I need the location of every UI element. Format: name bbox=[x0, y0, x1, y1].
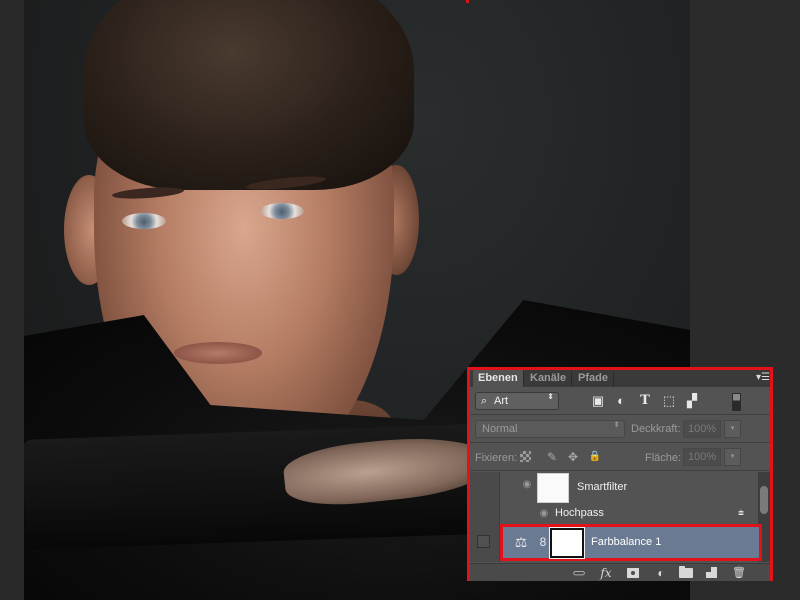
type-filter-icon[interactable]: T bbox=[637, 393, 653, 409]
select-arrows-icon: ⬍ bbox=[547, 392, 554, 401]
mask-glyph bbox=[627, 568, 639, 578]
visibility-checkbox[interactable] bbox=[477, 535, 490, 548]
lock-position-icon[interactable]: ✥ bbox=[566, 450, 580, 464]
opacity-dropdown-button[interactable]: ▾ bbox=[724, 420, 741, 438]
blend-mode-select[interactable]: Normal ⬍ bbox=[475, 420, 625, 438]
shape-filter-icon[interactable]: ⬚ bbox=[661, 393, 677, 409]
tab-ebenen[interactable]: Ebenen bbox=[473, 370, 523, 387]
photo-hair bbox=[84, 0, 414, 190]
lock-all-icon[interactable]: 🔒 bbox=[588, 450, 602, 464]
image-filter-icon[interactable]: ▣ bbox=[590, 393, 606, 409]
folder-glyph bbox=[679, 566, 693, 578]
scrollbar-thumb[interactable] bbox=[760, 486, 768, 514]
checker-glyph bbox=[520, 451, 531, 462]
photo-eye-right bbox=[260, 203, 304, 219]
lock-image-pixels-icon[interactable]: ✎ bbox=[545, 450, 559, 464]
layer-name: Farbbalance 1 bbox=[591, 536, 662, 548]
fill-dropdown-button[interactable]: ▾ bbox=[724, 448, 741, 466]
delete-layer-icon[interactable]: 🗑 bbox=[731, 565, 747, 581]
layer-name: Hochpass bbox=[555, 507, 604, 519]
tab-separator bbox=[571, 371, 572, 387]
panel-bottom-toolbar: ⊂⊃ fx ◐ 🗑 bbox=[470, 563, 770, 581]
new-layer-icon[interactable] bbox=[703, 565, 719, 581]
filter-type-value: Art bbox=[494, 395, 509, 407]
selected-layer-body[interactable]: ⚖ 8 Farbbalance 1 bbox=[500, 524, 762, 561]
filter-row: ⌕ Art ⬍ ▣ ◐ T ⬚ ▞ bbox=[470, 387, 770, 415]
eye-icon[interactable]: ◉ bbox=[537, 509, 551, 519]
tab-kanaele[interactable]: Kanäle bbox=[525, 370, 571, 387]
chain-link-icon[interactable]: 8 bbox=[539, 534, 547, 550]
tab-pfade[interactable]: Pfade bbox=[573, 370, 613, 387]
link-layers-icon[interactable]: ⊂⊃ bbox=[570, 565, 586, 581]
layer-row-smartfilter[interactable]: ◉ Smartfilter bbox=[500, 472, 758, 506]
eye-icon[interactable]: ◉ bbox=[520, 480, 534, 490]
fill-input[interactable]: 100% bbox=[683, 448, 721, 466]
new-adjustment-layer-icon[interactable]: ◐ bbox=[653, 565, 669, 581]
color-balance-icon[interactable]: ⚖ bbox=[512, 534, 530, 550]
search-icon: ⌕ bbox=[481, 395, 488, 407]
filter-type-select[interactable]: ⌕ Art ⬍ bbox=[475, 392, 559, 410]
layer-mask-thumbnail[interactable] bbox=[549, 527, 585, 559]
tab-separator bbox=[523, 371, 524, 387]
opacity-input[interactable]: 100% bbox=[683, 420, 721, 438]
new-group-icon[interactable] bbox=[678, 565, 694, 581]
lock-transparent-pixels-icon[interactable] bbox=[520, 450, 534, 464]
layer-row-hochpass[interactable]: ◉ Hochpass ⩧ bbox=[500, 506, 758, 522]
guide-marker bbox=[466, 0, 469, 3]
add-mask-icon[interactable] bbox=[625, 565, 641, 581]
lock-row: Fixieren: ✎ ✥ 🔒 Fläche: 100% ▾ bbox=[470, 444, 770, 471]
new-layer-glyph bbox=[705, 567, 717, 578]
select-arrows-icon: ⬍ bbox=[613, 420, 620, 429]
photo-mouth bbox=[174, 342, 262, 364]
adjustment-filter-icon[interactable]: ◐ bbox=[613, 393, 629, 409]
filter-blending-options-icon[interactable]: ⩧ bbox=[734, 508, 748, 520]
layer-style-fx-icon[interactable]: fx bbox=[598, 565, 614, 581]
opacity-label: Deckkraft: bbox=[631, 423, 681, 435]
blend-mode-value: Normal bbox=[482, 423, 518, 435]
filter-toggle-switch[interactable] bbox=[732, 393, 741, 411]
layer-name: Smartfilter bbox=[577, 481, 628, 493]
panel-menu-icon[interactable]: ▾☰ bbox=[756, 372, 770, 384]
tab-separator bbox=[613, 371, 614, 387]
layers-panel: Ebenen Kanäle Pfade ▾☰ ⌕ Art ⬍ ▣ ◐ T ⬚ ▞… bbox=[467, 367, 773, 581]
layer-row-farbbalance[interactable]: ⚖ 8 Farbbalance 1 bbox=[470, 524, 762, 561]
fill-label: Fläche: bbox=[645, 452, 682, 464]
photo-eye-left bbox=[122, 213, 166, 229]
lock-label: Fixieren: bbox=[475, 452, 518, 464]
smart-object-filter-icon[interactable]: ▞ bbox=[684, 393, 700, 409]
blend-row: Normal ⬍ Deckkraft: 100% ▾ bbox=[470, 416, 770, 443]
smartfilter-mask-thumbnail[interactable] bbox=[537, 473, 569, 503]
panel-tab-bar: Ebenen Kanäle Pfade ▾☰ bbox=[470, 370, 770, 387]
